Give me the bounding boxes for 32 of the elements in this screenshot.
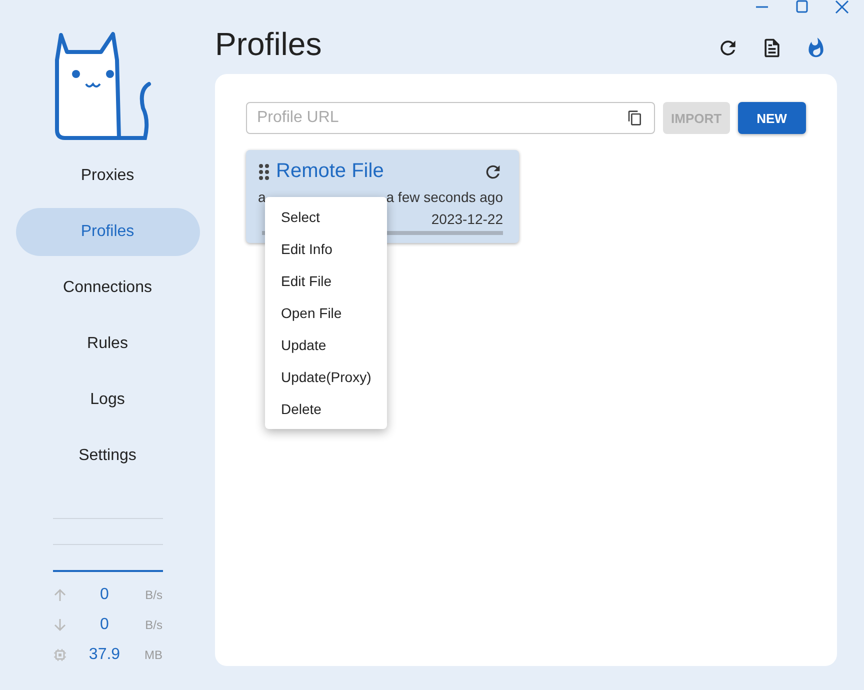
menu-item[interactable]: Select <box>265 201 387 233</box>
nav-item[interactable]: Proxies <box>16 152 200 200</box>
traffic-value: 0 <box>99 616 110 634</box>
close-icon[interactable] <box>834 0 850 14</box>
menu-item[interactable]: Open File <box>265 297 387 329</box>
updated-time: a few seconds ago <box>386 189 503 205</box>
expiry-date: 2023-12-22 <box>431 211 503 227</box>
profile-url: a <box>258 189 266 205</box>
upload-arrow-icon <box>52 588 66 602</box>
maximize-icon[interactable] <box>794 0 810 14</box>
drag-handle-icon[interactable] <box>258 162 270 180</box>
traffic-value: 0 <box>99 586 110 604</box>
traffic-unit: B/s <box>144 618 162 632</box>
nav-item[interactable]: Profiles <box>16 208 200 256</box>
menu-item[interactable]: Update(Proxy) <box>265 361 387 393</box>
nav-item[interactable]: Settings <box>16 432 200 480</box>
traffic-value: 37.9 <box>88 646 122 664</box>
menu-item[interactable]: Edit File <box>265 265 387 297</box>
nav-item[interactable]: Logs <box>16 376 200 424</box>
profile-name: Remote File <box>276 160 385 183</box>
menu-item[interactable]: Update <box>265 329 387 361</box>
download-arrow-icon <box>52 618 66 632</box>
chip-icon <box>52 648 66 662</box>
traffic-unit: MB <box>144 648 162 662</box>
page-title: Profiles <box>215 24 323 62</box>
copy-icon[interactable] <box>627 110 643 126</box>
nav-item[interactable]: Rules <box>16 320 200 368</box>
nav-item[interactable]: Connections <box>16 264 200 312</box>
traffic-unit: B/s <box>144 588 162 602</box>
url-field[interactable]: Profile URL <box>246 102 655 134</box>
menu-item[interactable]: Delete <box>265 393 387 425</box>
new-button[interactable]: NEW <box>738 102 806 134</box>
